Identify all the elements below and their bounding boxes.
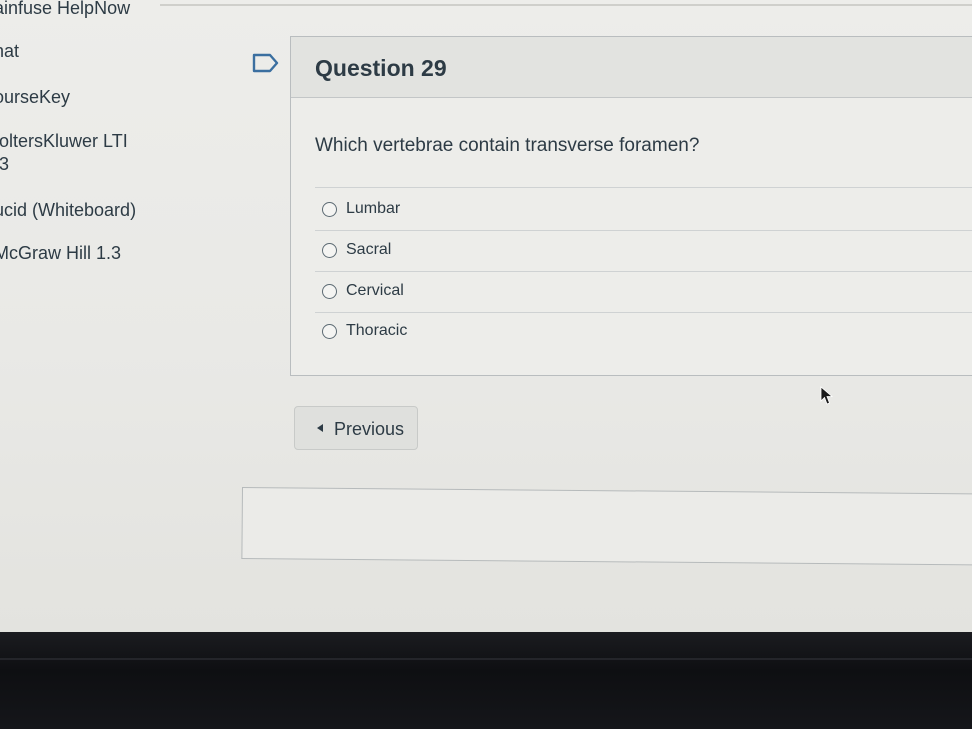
answer-option-sacral[interactable]: Sacral [315,231,972,272]
triangle-left-icon [317,424,323,432]
sidebar-item-chat[interactable]: hat [0,40,19,62]
bezel-edge [0,658,972,660]
radio-circle-icon[interactable] [322,243,337,258]
answer-option-lumbar[interactable]: Lumbar [315,190,972,231]
monitor-bezel [0,632,972,729]
mouse-pointer-icon [820,386,834,405]
question-title: Question 29 [315,55,447,81]
empty-content-box [241,487,972,566]
previous-button-label: Previous [334,419,405,439]
sidebar-item-wolterskluwer-version[interactable]: .3 [0,153,9,175]
radio-circle-icon[interactable] [322,324,337,339]
sidebar-item-lucid-whiteboard[interactable]: ucid (Whiteboard) [0,199,136,221]
browser-viewport: ainfuse HelpNow hat ourseKey /oltersKluw… [0,0,972,632]
sidebar-item-wolterskluwer-lti[interactable]: /oltersKluwer LTI [0,130,128,152]
question-panel: Question 29 Which vertebrae contain tran… [290,36,972,376]
answer-label[interactable]: Thoracic [346,322,407,340]
radio-circle-icon[interactable] [322,202,337,217]
answer-option-cervical[interactable]: Cervical [315,272,972,313]
question-header: Question 29 [291,37,972,98]
answers-divider [315,187,972,188]
answer-option-thoracic[interactable]: Thoracic [315,312,972,352]
top-divider [160,4,972,6]
course-navigation-sidebar: ainfuse HelpNow hat ourseKey /oltersKluw… [0,0,240,300]
answer-label[interactable]: Cervical [346,282,404,300]
radio-circle-icon[interactable] [322,284,337,299]
sidebar-item-coursekey[interactable]: ourseKey [0,86,70,108]
previous-button[interactable]: Previous [294,406,418,450]
question-text: Which vertebrae contain transverse foram… [315,135,700,156]
answer-label[interactable]: Sacral [346,241,391,259]
sidebar-item-mcgraw-hill[interactable]: McGraw Hill 1.3 [0,242,121,264]
sidebar-item-painfuse-helpnow[interactable]: ainfuse HelpNow [0,0,130,19]
flag-bookmark-icon[interactable] [252,52,280,74]
answer-label[interactable]: Lumbar [346,200,400,218]
